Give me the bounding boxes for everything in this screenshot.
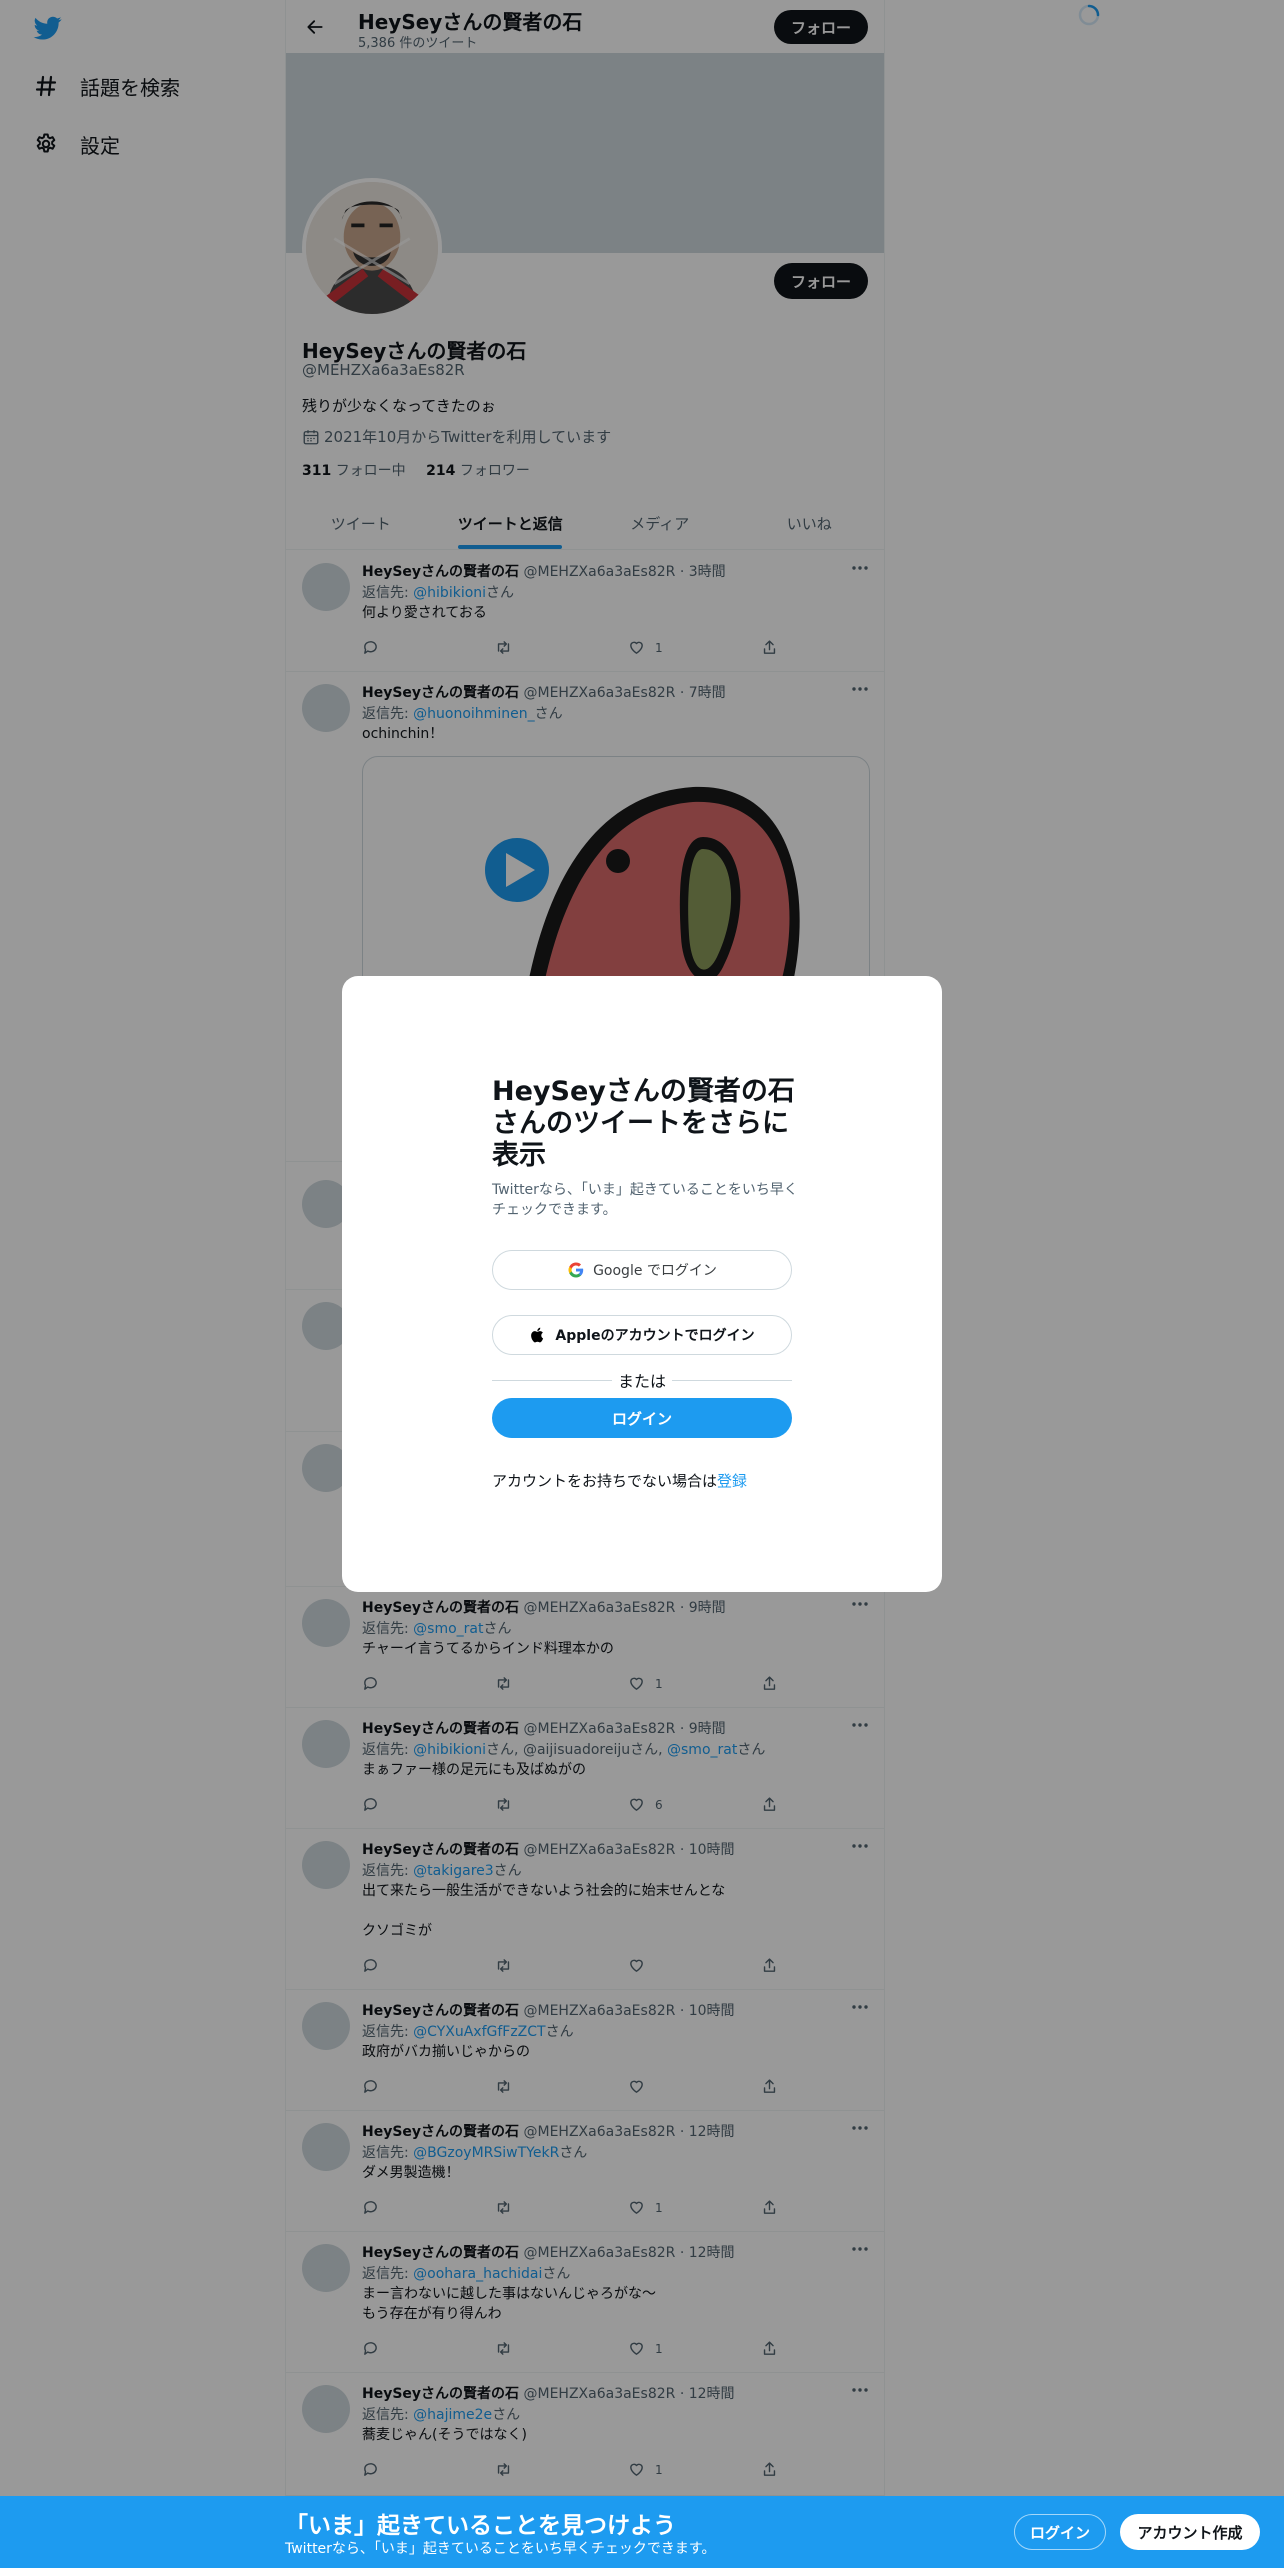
modal-subtitle: Twitterなら、「いま」起きていることをいち早くチェックできます。: [492, 1182, 798, 1218]
google-login-button[interactable]: Google でログイン: [492, 1250, 792, 1290]
apple-icon: [531, 1327, 544, 1343]
modal-login-button[interactable]: ログイン: [492, 1398, 792, 1438]
bottom-signup-button[interactable]: アカウント作成: [1120, 2514, 1260, 2550]
apple-login-button[interactable]: Appleのアカウントでログイン: [492, 1315, 792, 1355]
bottom-login-button[interactable]: ログイン: [1014, 2514, 1106, 2550]
login-modal: HeySeyさんの賢者の石さんのツイートをさらに表示 Twitterなら、「いま…: [342, 976, 942, 1592]
bottom-bar-title: 「いま」起きていることを見つけよう: [285, 2513, 676, 2539]
signup-prompt: アカウントをお持ちでない場合は登録: [492, 1470, 747, 1491]
signup-prompt-text: アカウントをお持ちでない場合は: [492, 1472, 718, 1490]
or-label: または: [618, 1372, 667, 1391]
modal-title: HeySeyさんの賢者の石さんのツイートをさらに表示: [492, 1076, 795, 1171]
app-root: 話題を検索 設定 HeySeyさんの賢者の石 5,386 件のツイート フォロー: [0, 0, 1284, 2568]
bottom-signup-bar: 「いま」起きていることを見つけよう Twitterなら、「いま」起きていることを…: [0, 2496, 1284, 2568]
or-divider: または: [492, 1368, 792, 1392]
signup-link[interactable]: 登録: [717, 1472, 747, 1490]
bottom-bar-subtitle: Twitterなら、「いま」起きていることをいち早くチェックできます。: [285, 2541, 716, 2557]
apple-login-label: Appleのアカウントでログイン: [555, 1328, 755, 1344]
google-login-label: Google でログイン: [593, 1263, 717, 1279]
google-icon: [568, 1262, 584, 1278]
